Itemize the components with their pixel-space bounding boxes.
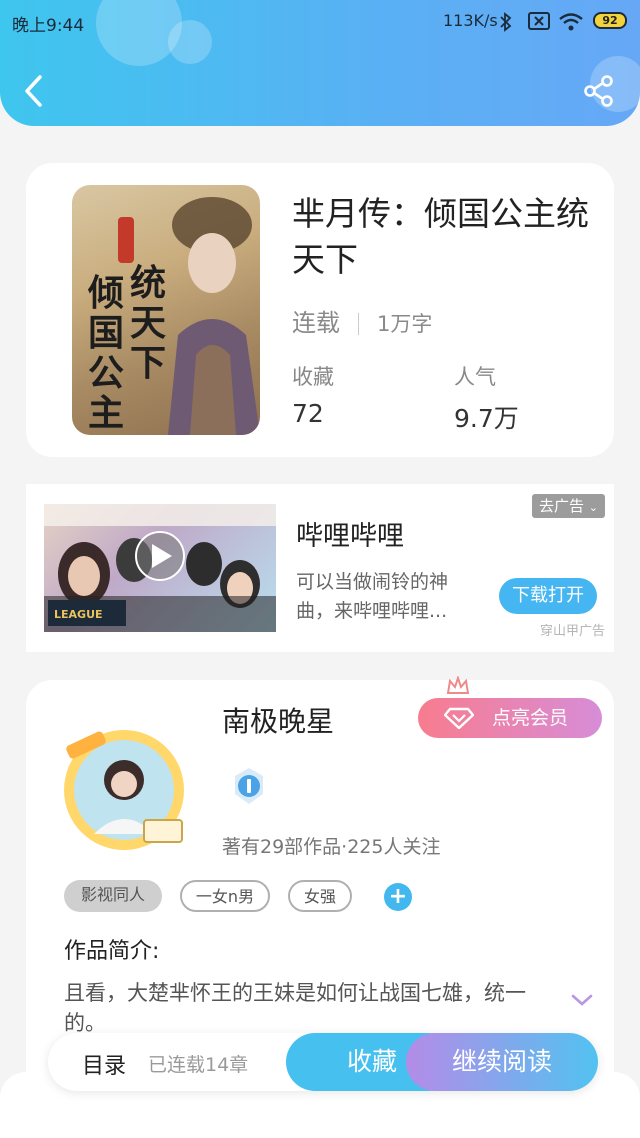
svg-text:主: 主: [88, 392, 124, 434]
ad-source-label: 穿山甲广告: [540, 624, 606, 639]
favorites-label: 收藏: [292, 365, 334, 389]
svg-text:统: 统: [130, 262, 166, 304]
ad-title: 哔哩哔哩: [296, 521, 404, 552]
remove-ad-label: 去广告: [539, 497, 585, 515]
add-tag-button[interactable]: +: [384, 883, 412, 911]
status-net-speed: 113K/s: [443, 11, 498, 30]
tag-chip[interactable]: 女强: [288, 880, 352, 912]
bottom-action-bar: 目录 已连载14章 收藏 继续阅读: [48, 1033, 598, 1091]
author-level-badge-icon: [235, 768, 263, 804]
author-avatar-illustration: [64, 730, 184, 850]
battery-indicator: 92: [593, 12, 627, 29]
book-info-card: 倾 国 公 主 统 天 下 芈月传：倾国公主统天下 连载 1万字 收藏 72 人气…: [26, 163, 614, 457]
svg-text:倾: 倾: [87, 272, 124, 314]
author-name: 南极晚星: [222, 705, 335, 738]
tag-chip[interactable]: 一女n男: [180, 880, 270, 912]
book-cover-illustration: 倾 国 公 主 统 天 下: [87, 197, 260, 435]
bluetooth-icon: [500, 12, 512, 32]
svg-text:公: 公: [88, 352, 124, 394]
status-bar: 晚上9:44 113K/s 92: [0, 0, 640, 44]
ad-description: 可以当做闹铃的神曲，来哔哩哔哩...: [296, 571, 449, 622]
svg-text:下: 下: [130, 342, 166, 384]
svg-text:LEAGUE: LEAGUE: [54, 608, 103, 621]
popularity-value: 9.7万: [454, 404, 519, 433]
crown-icon: [446, 676, 470, 694]
share-icon[interactable]: [582, 74, 616, 108]
ad-thumbnail-illustration: LEAGUE: [44, 504, 276, 632]
ad-banner[interactable]: LEAGUE 哔哩哔哩 可以当做闹铃的神曲，来哔哩哔哩... 去广告 ⌄ 下载打…: [26, 484, 614, 652]
popularity-label: 人气: [454, 365, 496, 389]
meta-divider: [358, 313, 359, 335]
chevron-down-icon[interactable]: [570, 992, 594, 1008]
favorites-value: 72: [292, 399, 324, 428]
activate-vip-button[interactable]: 点亮会员: [418, 698, 602, 738]
table-of-contents-button[interactable]: 目录: [82, 1048, 126, 1080]
chevron-down-icon: ⌄: [588, 501, 599, 514]
author-avatar[interactable]: [54, 724, 194, 854]
vip-button-label: 点亮会员: [492, 707, 569, 729]
ad-download-button[interactable]: 下载打开: [499, 578, 597, 614]
book-cover[interactable]: 倾 国 公 主 统 天 下: [72, 185, 260, 435]
svg-text:国: 国: [88, 312, 124, 354]
continue-reading-button[interactable]: 继续阅读: [406, 1033, 598, 1091]
tag-chip[interactable]: 影视同人: [64, 880, 162, 912]
ad-video-thumbnail[interactable]: LEAGUE: [44, 504, 276, 632]
intro-label: 作品简介:: [64, 939, 160, 964]
back-arrow-icon[interactable]: [22, 74, 46, 108]
status-time: 晚上9:44: [12, 16, 85, 36]
no-sim-icon: [528, 12, 550, 30]
remove-ad-button[interactable]: 去广告 ⌄: [532, 494, 606, 518]
book-meta: 连载 1万字: [292, 303, 432, 338]
diamond-icon: [444, 707, 474, 729]
serial-status-label: 已连载14章: [148, 1054, 249, 1076]
book-title: 芈月传：倾国公主统天下: [292, 194, 589, 279]
intro-text: 且看，大楚芈怀王的王妹是如何让战国七雄，统一的。: [64, 981, 526, 1035]
book-status: 连载: [292, 309, 340, 337]
wifi-icon: [559, 13, 583, 31]
author-stats: 著有29部作品·225人关注: [222, 836, 441, 858]
top-header: 晚上9:44 113K/s 92: [0, 0, 640, 126]
book-word-count: 1万字: [377, 312, 433, 336]
svg-text:天: 天: [130, 302, 166, 344]
